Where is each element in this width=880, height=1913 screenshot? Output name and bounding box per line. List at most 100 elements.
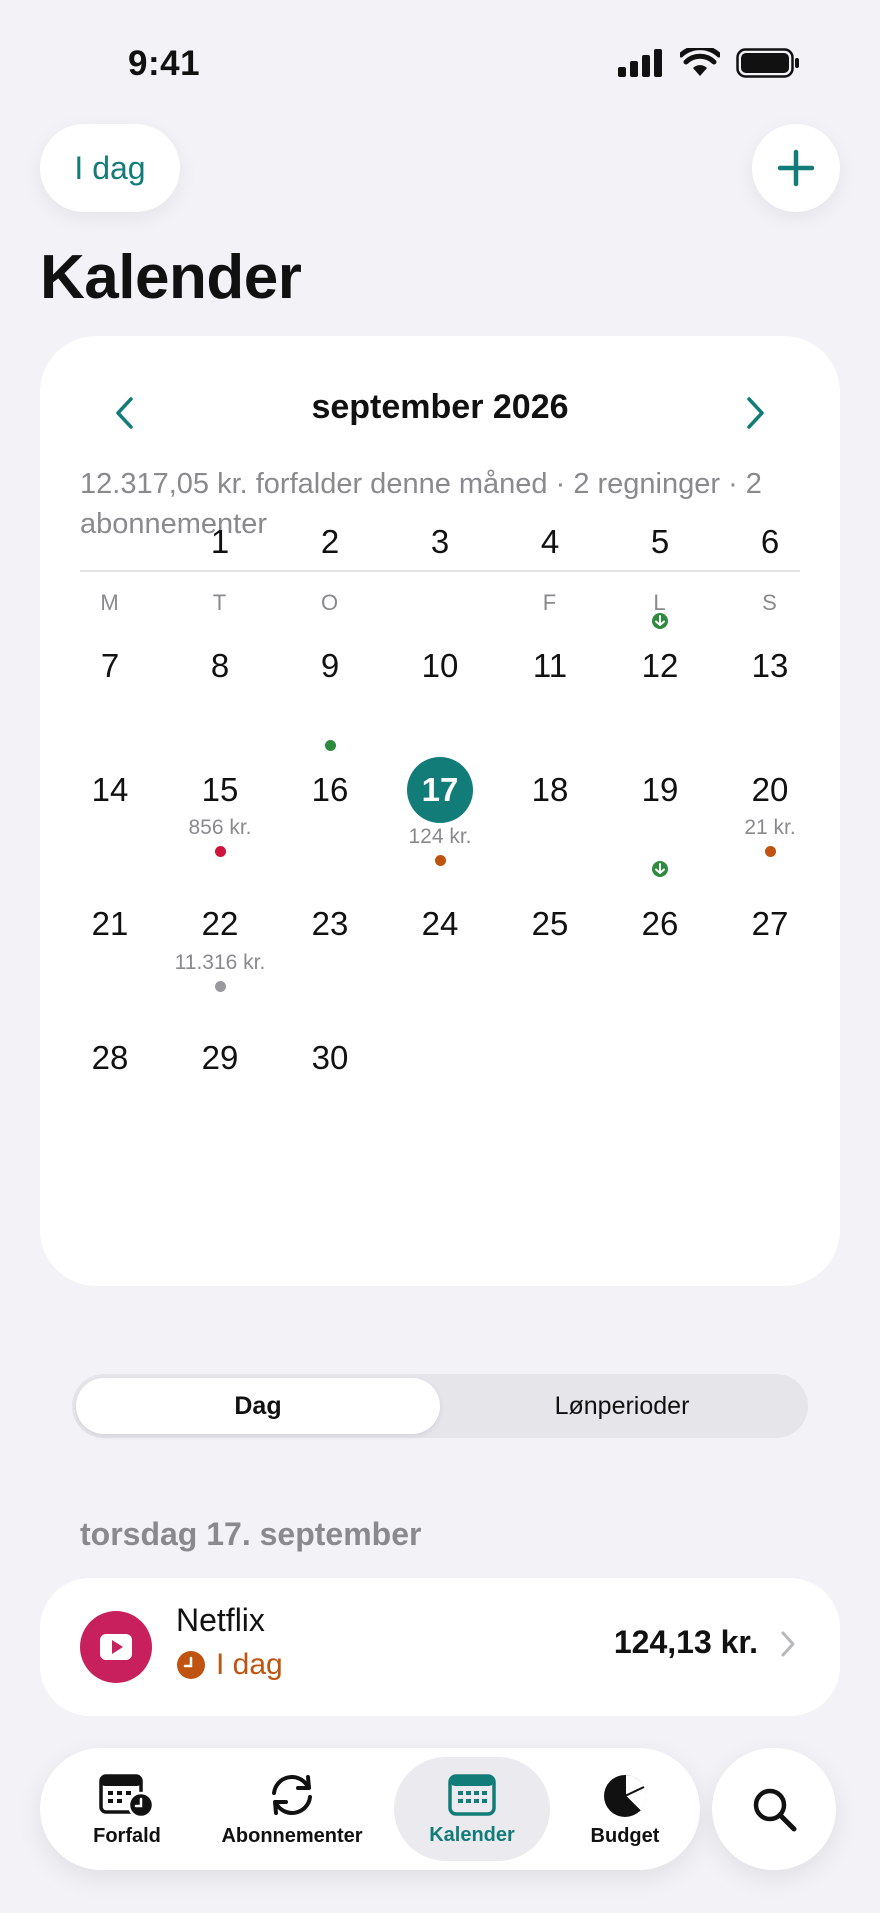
calendar-day-3[interactable]: 3	[385, 522, 495, 562]
bill-status: I dag	[176, 1648, 283, 1682]
day-number: 19	[641, 771, 679, 808]
day-number: 29	[201, 1039, 239, 1076]
segment-day[interactable]: Dag	[76, 1378, 440, 1434]
pie-chart-icon	[604, 1774, 647, 1817]
refresh-icon	[272, 1774, 312, 1815]
tab-label: Budget	[590, 1824, 660, 1847]
day-number: 25	[531, 905, 569, 942]
calendar-day-1[interactable]: 1	[165, 522, 275, 562]
calendar-day-5[interactable]: 5	[605, 522, 715, 635]
month-label: september 2026	[311, 388, 569, 426]
next-month-button[interactable]	[736, 388, 776, 438]
day-number: 24	[421, 905, 459, 942]
tab-subscriptions[interactable]: Abonnementer	[212, 1748, 372, 1870]
tab-budget[interactable]: Budget	[560, 1748, 690, 1870]
tab-label: Kalender	[429, 1823, 515, 1846]
calendar-day-30[interactable]: 30	[275, 1038, 385, 1078]
day-number: 11	[532, 647, 568, 684]
bill-status-label: I dag	[216, 1648, 283, 1681]
search-icon	[753, 1788, 797, 1832]
selected-date-heading: torsdag 17. september	[80, 1516, 422, 1552]
calendar-day-16[interactable]: 16	[275, 770, 385, 810]
calendar-day-13[interactable]: 13	[715, 646, 825, 686]
segment-pay-periods[interactable]: Lønperioder	[440, 1378, 804, 1434]
day-number: 20	[751, 771, 789, 808]
calendar-day-7[interactable]: 7	[55, 646, 165, 686]
day-number: 9	[320, 647, 340, 684]
calendar-day-4[interactable]: 4	[495, 522, 605, 562]
today-button[interactable]: I dag	[40, 124, 180, 212]
weekday-label: F	[542, 590, 558, 615]
weekday-label: T	[212, 590, 228, 615]
battery-icon	[736, 48, 799, 78]
calendar-day-2[interactable]: 2	[275, 522, 385, 562]
signal-icon	[618, 49, 662, 77]
day-number: 30	[311, 1039, 349, 1076]
bill-row[interactable]: Netflix I dag 124,13 kr.	[40, 1578, 840, 1716]
calendar-day-24[interactable]: 24	[385, 904, 495, 944]
day-number: 27	[751, 905, 789, 942]
day-number: 18	[531, 771, 569, 808]
day-number: 21	[91, 905, 129, 942]
day-amount: 856 kr.	[188, 816, 252, 839]
day-number: 3	[430, 523, 450, 560]
page-title: Kalender	[40, 243, 302, 312]
bill-dot	[214, 846, 226, 857]
clock-icon	[177, 1651, 205, 1679]
plus-icon	[777, 149, 815, 187]
bill-dot	[324, 740, 336, 751]
day-number: 2	[320, 523, 340, 560]
today-marker: 17	[407, 757, 473, 823]
wifi-icon	[680, 48, 720, 76]
calendar-day-11[interactable]: 11	[495, 646, 605, 686]
day-number: 7	[100, 647, 120, 684]
day-number: 15	[201, 771, 239, 808]
calendar-day-17[interactable]: 17 124 kr.	[385, 757, 495, 866]
day-number: 5	[650, 523, 670, 560]
status-time: 9:41	[128, 44, 201, 83]
calendar-day-26[interactable]: 26	[605, 904, 715, 944]
calendar-day-23[interactable]: 23	[275, 904, 385, 944]
calendar-day-12[interactable]: 12	[605, 646, 715, 686]
tab-label: Abonnementer	[221, 1824, 363, 1847]
calendar-day-29[interactable]: 29	[165, 1038, 275, 1078]
bill-dot	[434, 855, 446, 866]
calendar-day-25[interactable]: 25	[495, 904, 605, 944]
calendar-day-20[interactable]: 20 21 kr.	[715, 770, 825, 857]
day-number: 26	[641, 905, 679, 942]
calendar-day-6[interactable]: 6	[715, 522, 825, 562]
tab-bar: Forfald Abonnementer Kalender Budget	[40, 1748, 700, 1870]
day-number: 14	[91, 771, 129, 808]
calendar-day-18[interactable]: 18	[495, 770, 605, 810]
calendar-day-21[interactable]: 21	[55, 904, 165, 944]
calendar-day-28[interactable]: 28	[55, 1038, 165, 1078]
calendar-day-8[interactable]: 8	[165, 646, 275, 686]
day-number: 6	[760, 523, 780, 560]
add-button[interactable]	[752, 124, 840, 212]
search-button[interactable]	[712, 1748, 836, 1870]
weekday-label: O	[320, 590, 340, 615]
day-number: 22	[201, 905, 239, 942]
view-segmented-control: Dag Lønperioder	[72, 1374, 808, 1438]
day-number: 23	[311, 905, 349, 942]
day-number: 1	[210, 523, 230, 560]
day-number: 10	[421, 647, 459, 684]
calendar-day-14[interactable]: 14	[55, 770, 165, 810]
day-amount: 124 kr.	[408, 825, 472, 848]
calendar-day-22[interactable]: 22 11.316 kr.	[165, 904, 275, 992]
tab-calendar[interactable]: Kalender	[394, 1748, 550, 1870]
calendar-day-27[interactable]: 27	[715, 904, 825, 944]
calendar-day-10[interactable]: 10	[385, 646, 495, 686]
calendar-day-9[interactable]: 9	[275, 646, 385, 751]
tab-due[interactable]: Forfald	[52, 1748, 202, 1870]
weekday-label: S	[762, 590, 778, 615]
day-amount: 21 kr.	[744, 816, 796, 839]
calendar-icon	[448, 1773, 496, 1816]
play-icon	[100, 1634, 132, 1660]
calendar-day-19[interactable]: 19	[605, 770, 715, 883]
bill-dot	[764, 846, 776, 857]
calendar-day-15[interactable]: 15 856 kr.	[165, 770, 275, 857]
bill-amount: 124,13 kr.	[613, 1624, 758, 1660]
calendar-clock-icon	[99, 1773, 155, 1818]
day-number: 16	[311, 771, 349, 808]
